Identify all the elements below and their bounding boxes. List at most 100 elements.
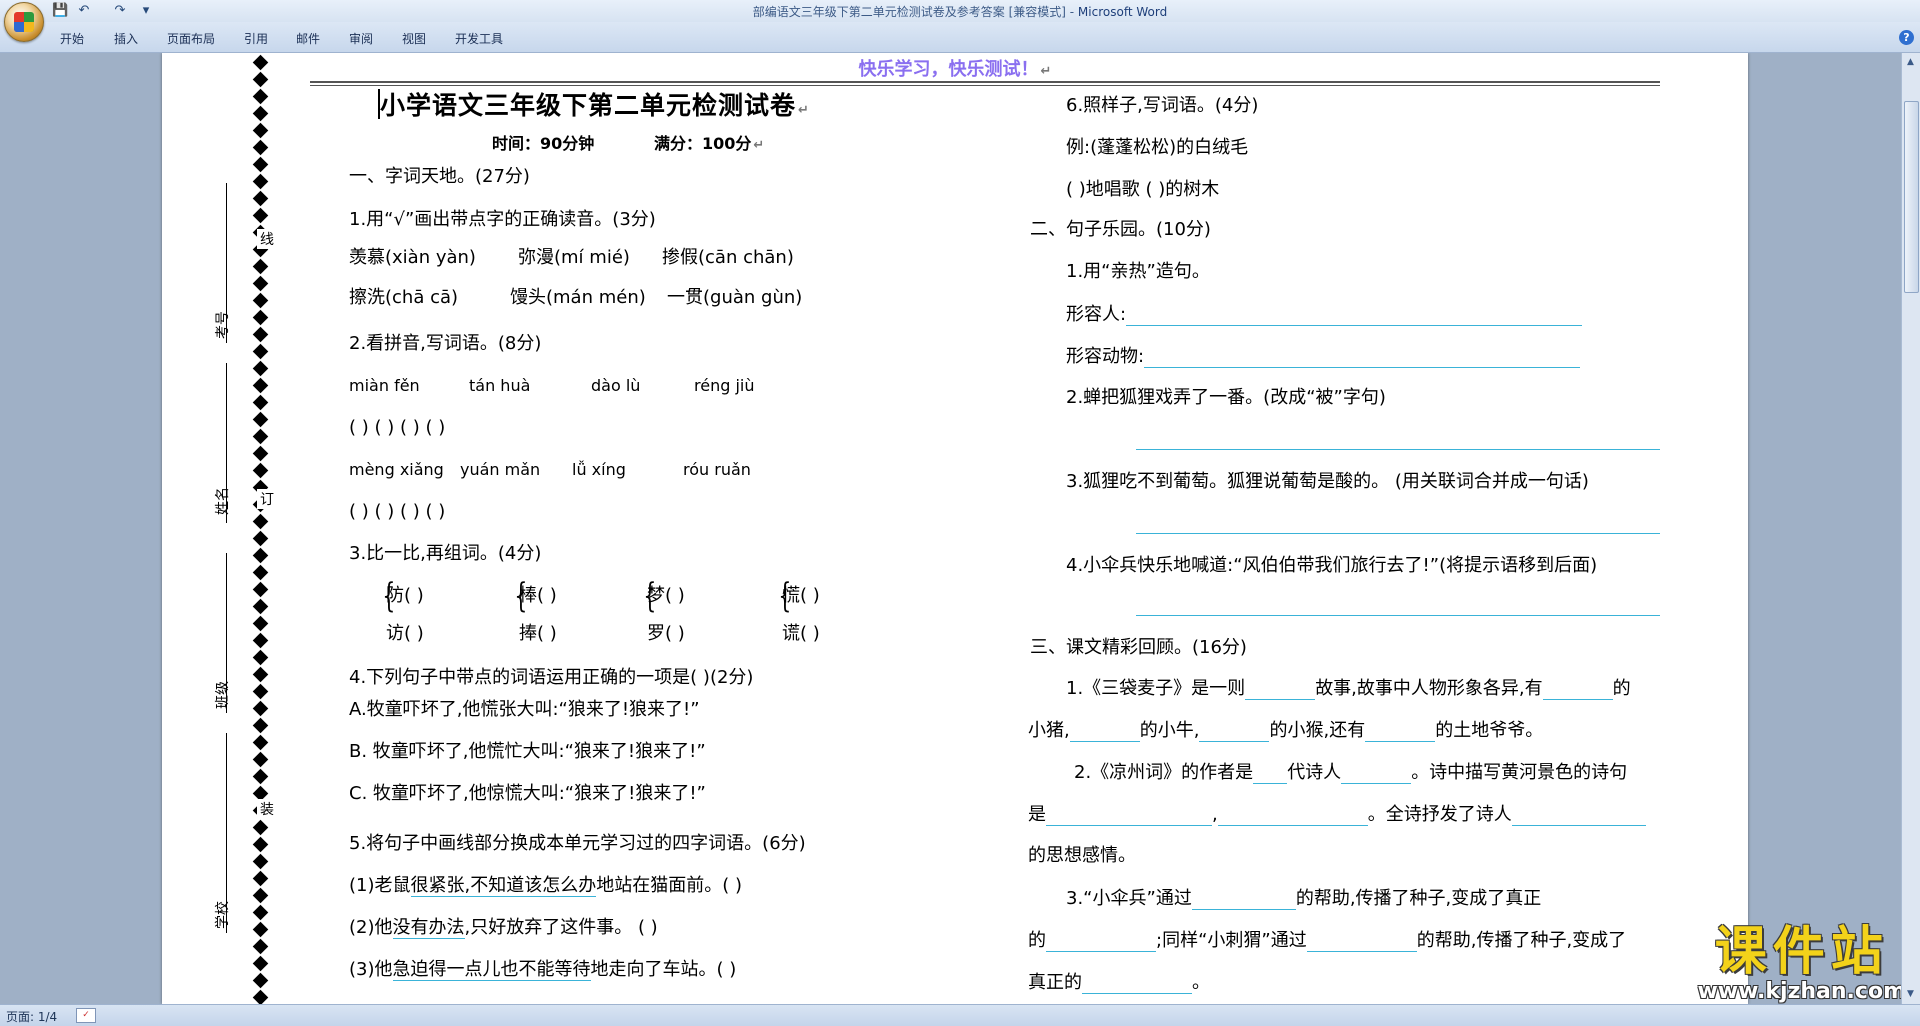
header-rule-thin [310, 85, 1660, 86]
q4-option-a: A.牧童吓坏了,他慌张大叫:“狼来了!狼来了!” [349, 699, 700, 720]
question-1: 1.用“√”画出带点字的正确读音。(3分) [349, 209, 656, 230]
page-count[interactable]: 页面: 1/4 [6, 1008, 57, 1025]
binding-diamond [252, 870, 269, 887]
binding-diamond [252, 292, 269, 309]
question-3: 3.比一比,再组词。(4分) [349, 543, 542, 564]
pinyin: tán huà [469, 376, 531, 395]
binding-diamond [252, 309, 269, 326]
answer-blanks[interactable]: ( ) ( ) ( ) ( ) [349, 501, 445, 523]
exam-time: 时间：90分钟 [492, 134, 595, 153]
site-watermark: 课件站 www.kjzhan.com [1697, 922, 1906, 1004]
answer-blanks[interactable]: ( ) ( ) ( ) ( ) [349, 417, 445, 439]
binding-diamond [252, 445, 269, 462]
tab-review[interactable]: 审阅 [349, 30, 373, 47]
help-icon[interactable]: ? [1899, 30, 1914, 45]
answer-line[interactable] [1136, 427, 1660, 450]
q6-example: 例:(蓬蓬松松)的白绒毛 [1066, 137, 1249, 158]
binding-diamond [252, 190, 269, 207]
compare-word: 梦( ) [647, 585, 685, 606]
binding-diamond [252, 88, 269, 105]
scroll-up-icon[interactable]: ▲ [1904, 55, 1917, 69]
window-title: 部编语文三年级下第二单元检测试卷及参考答案 [兼容模式] - Microsoft… [752, 5, 1168, 19]
spellcheck-icon[interactable]: ✓ [76, 1008, 96, 1023]
sentence-q1-person[interactable]: 形容人: [1066, 303, 1583, 326]
document-workspace: 快乐学习，快乐测试！ ↵ 线 订 装 考号 姓名 班级 学校 小学语文三年级下第二… [0, 53, 1902, 1004]
binding-diamond [252, 428, 269, 445]
pinyin: lǚ xíng [572, 460, 626, 479]
binding-label-zhuang: 装 [257, 799, 277, 819]
scroll-thumb[interactable] [1904, 101, 1919, 293]
binding-diamond [252, 394, 269, 411]
q5-sentence-1: (1)老鼠很紧张,不知道该怎么办地站在猫面前。( ) [349, 875, 743, 897]
binding-diamond [252, 564, 269, 581]
section-2-heading: 二、句子乐园。(10分) [1030, 219, 1211, 240]
compare-word: 罗( ) [647, 623, 685, 644]
binding-diamond [252, 598, 269, 615]
tab-page-layout[interactable]: 页面布局 [167, 30, 215, 47]
section-1-heading: 一、字词天地。(27分) [349, 166, 530, 187]
review-q3-line2: 的 ;同样“小刺猬”通过 的帮助,传播了种子,变成了 [1028, 930, 1627, 952]
review-q3-line1: 3.“小伞兵”通过 的帮助,传播了种子,变成了真正 [1066, 888, 1542, 910]
tab-home[interactable]: 开始 [60, 30, 84, 47]
binding-diamond [252, 921, 269, 938]
customize-qat-icon[interactable]: ▾ [138, 3, 154, 19]
review-q1-line2: 小猪, 的小牛, 的小猴,还有 的土地爷爷。 [1028, 720, 1544, 742]
document-page[interactable]: 快乐学习，快乐测试！ ↵ 线 订 装 考号 姓名 班级 学校 小学语文三年级下第二… [162, 53, 1748, 1004]
binding-diamond [252, 632, 269, 649]
question-5: 5.将句子中画线部分换成本单元学习过的四字词语。(6分) [349, 833, 806, 854]
binding-diamond [252, 547, 269, 564]
tab-view[interactable]: 视图 [402, 30, 426, 47]
binding-diamond [252, 258, 269, 275]
binding-diamond [252, 360, 269, 377]
answer-line[interactable] [1136, 593, 1660, 616]
binding-diamond-line [250, 53, 272, 1004]
answer-line[interactable] [1136, 511, 1660, 534]
tab-mailings[interactable]: 邮件 [296, 30, 320, 47]
ribbon-tabs: 开始 插入 页面布局 引用 邮件 审阅 视图 开发工具 ? [0, 22, 1920, 53]
sentence-q1-animal[interactable]: 形容动物: [1066, 345, 1581, 368]
save-icon[interactable]: 💾 [52, 3, 68, 19]
pinyin: mèng xiǎng [349, 460, 444, 479]
compare-word: 捧( ) [519, 623, 557, 644]
scroll-down-icon[interactable]: ▼ [1904, 987, 1917, 1001]
binding-diamond [252, 615, 269, 632]
tab-insert[interactable]: 插入 [114, 30, 138, 47]
binding-diamond [252, 530, 269, 547]
binding-diamond [252, 462, 269, 479]
compare-word: 访( ) [386, 623, 424, 644]
header-rule [310, 81, 1660, 83]
sentence-q4: 4.小伞兵快乐地喊道:“风伯伯带我们旅行去了!”(将提示语移到后面) [1066, 555, 1598, 576]
q6-blanks[interactable]: ( )地唱歌 ( )的树木 [1066, 179, 1219, 201]
binding-diamond [252, 717, 269, 734]
office-button[interactable] [4, 2, 44, 42]
binding-diamond [252, 513, 269, 530]
redo-icon[interactable]: ↷ [112, 3, 128, 19]
q4-option-b: B. 牧童吓坏了,他慌忙大叫:“狼来了!狼来了!” [349, 741, 706, 762]
binding-diamond [252, 326, 269, 343]
binding-diamond [252, 377, 269, 394]
pinyin: dào lù [591, 376, 641, 395]
pinyin: miàn fěn [349, 376, 420, 395]
page-header: 快乐学习，快乐测试！ ↵ [858, 59, 1052, 80]
tab-references[interactable]: 引用 [244, 30, 268, 47]
binding-diamond [252, 989, 269, 1004]
status-bar: 页面: 1/4 ✓ [0, 1004, 1920, 1026]
review-q3-line3: 真正的 。 [1028, 972, 1210, 994]
binding-diamond [252, 411, 269, 428]
review-q1-line1: 1.《三袋麦子》是一则 故事,故事中人物形象各异,有 的 [1066, 678, 1631, 700]
binding-diamond [252, 207, 269, 224]
q5-sentence-2: (2)他没有办法,只好放弃了这件事。 ( ) [349, 917, 658, 939]
compare-word: 谎( ) [782, 623, 820, 644]
q4-option-c: C. 牧童吓坏了,他惊慌大叫:“狼来了!狼来了!” [349, 783, 706, 804]
kaohao-label: 考号 [215, 311, 231, 339]
compare-word: 慌( ) [782, 585, 820, 606]
q1-option: 掺假(cān chān) [662, 247, 794, 268]
tab-developer[interactable]: 开发工具 [455, 30, 503, 47]
binding-diamond [252, 853, 269, 870]
binding-diamond [252, 343, 269, 360]
undo-icon[interactable]: ↶ [76, 3, 92, 19]
binding-diamond [252, 836, 269, 853]
vertical-scrollbar[interactable]: ▲ ▼ [1901, 53, 1920, 1004]
review-q2-line2: 是 , 。全诗抒发了诗人 [1028, 803, 1646, 826]
binding-diamond [252, 683, 269, 700]
